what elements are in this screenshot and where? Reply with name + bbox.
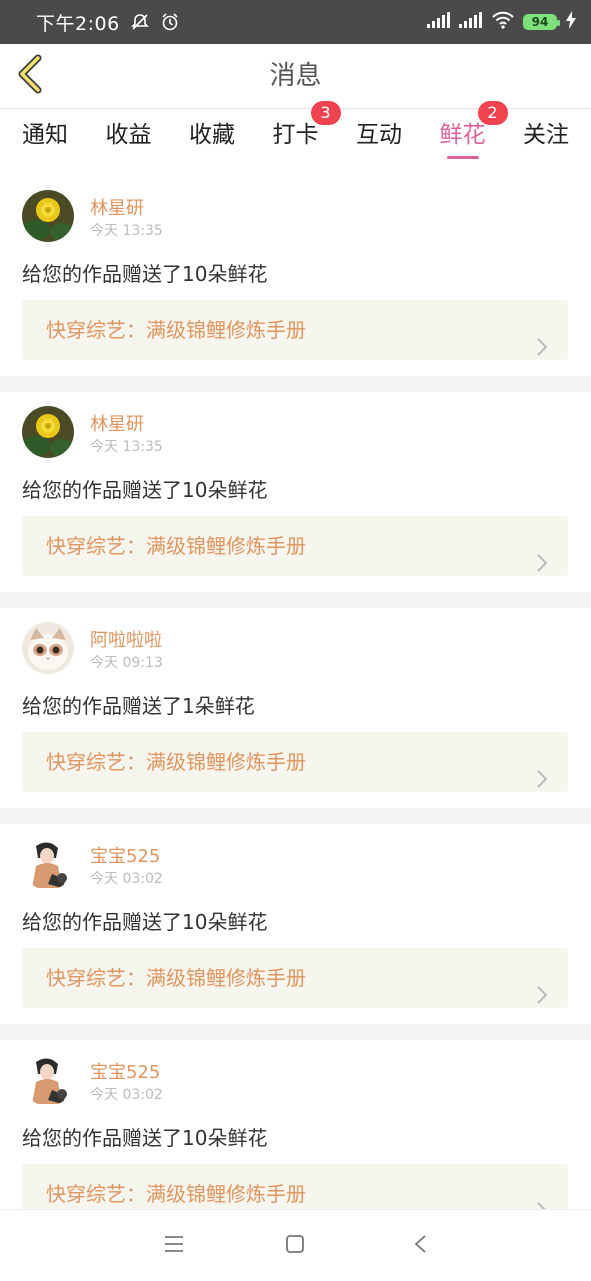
menu-icon [164,1235,184,1257]
battery-indicator: 94 [523,14,560,30]
chevron-right-icon [536,536,548,596]
back-nav-button[interactable] [406,1232,434,1260]
tab-interaction[interactable]: 互动 [356,109,402,167]
timestamp: 今天 13:35 [90,223,163,239]
message-text: 给您的作品赠送了10朵鲜花 [22,478,268,502]
tab-follow[interactable]: 关注 [523,109,569,167]
page-title: 消息 [269,61,322,91]
list-item: 阿啦啦啦 今天 09:13 给您的作品赠送了1朵鲜花 快穿综艺：满级锦鲤修炼手册 [0,608,591,808]
message-text: 给您的作品赠送了1朵鲜花 [22,694,255,718]
book-title: 快穿综艺：满级锦鲤修炼手册 [46,966,306,990]
tab-favorites[interactable]: 收藏 [189,109,235,167]
tab-label: 打卡 [272,122,319,148]
book-link[interactable]: 快穿综艺：满级锦鲤修炼手册 [22,516,568,576]
tab-label: 鲜花 [439,122,486,148]
book-link[interactable]: 快穿综艺：满级锦鲤修炼手册 [22,948,568,1008]
list-item: 宝宝525 今天 03:02 给您的作品赠送了10朵鲜花 快穿综艺：满级锦鲤修炼… [0,824,591,1024]
tab-bar: 通知 收益 收藏 打卡 3 互动 鲜花 2 关注 [0,101,591,167]
home-square-icon [285,1234,305,1258]
avatar[interactable] [22,406,74,458]
message-text: 给您的作品赠送了10朵鲜花 [22,262,268,286]
book-title: 快穿综艺：满级锦鲤修炼手册 [46,750,306,774]
unread-badge: 2 [477,101,508,125]
list-item: 林星研 今天 13:35 给您的作品赠送了10朵鲜花 快穿综艺：满级锦鲤修炼手册 [0,392,591,592]
mute-icon [130,12,150,32]
tab-label: 互动 [356,122,402,148]
signal-icon [459,12,483,32]
avatar[interactable] [22,838,74,890]
status-bar: 下午2:06 94 [0,0,591,44]
chevron-right-icon [536,752,548,812]
timestamp: 今天 13:35 [90,439,163,455]
book-title: 快穿综艺：满级锦鲤修炼手册 [46,534,306,558]
unread-badge: 3 [310,101,341,125]
book-title: 快穿综艺：满级锦鲤修炼手册 [46,318,306,342]
alarm-icon [160,12,180,32]
tab-checkin[interactable]: 打卡 3 [272,101,341,167]
signal-icon [427,12,451,32]
chevron-right-icon [536,968,548,1028]
timestamp: 今天 09:13 [90,655,163,671]
tab-label: 关注 [523,122,569,148]
divider [0,1024,591,1040]
tab-label: 收藏 [189,122,235,148]
book-link[interactable]: 快穿综艺：满级锦鲤修炼手册 [22,732,568,792]
divider [0,376,591,392]
home-button[interactable] [281,1232,309,1260]
tab-notifications[interactable]: 通知 [22,109,68,167]
tab-flowers[interactable]: 鲜花 2 [439,101,508,167]
tab-label: 收益 [105,122,152,148]
chevron-right-icon [536,320,548,380]
menu-button[interactable] [160,1232,188,1260]
user-name[interactable]: 宝宝525 [90,842,160,868]
avatar[interactable] [22,190,74,242]
timestamp: 今天 03:02 [90,1087,163,1103]
charging-icon [565,11,577,33]
user-name[interactable]: 阿啦啦啦 [90,626,162,652]
message-text: 给您的作品赠送了10朵鲜花 [22,910,268,934]
user-name[interactable]: 宝宝525 [90,1058,160,1084]
list-item: 林星研 今天 13:35 给您的作品赠送了10朵鲜花 快穿综艺：满级锦鲤修炼手册 [0,176,591,376]
user-name[interactable]: 林星研 [90,410,144,436]
wifi-icon [491,11,515,33]
tab-label: 通知 [22,122,68,148]
timestamp: 今天 03:02 [90,871,163,887]
tab-earnings[interactable]: 收益 [106,109,152,167]
system-nav-bar [0,1209,591,1281]
header-bar: 消息 [0,44,591,109]
divider [0,592,591,608]
message-list: 林星研 今天 13:35 给您的作品赠送了10朵鲜花 快穿综艺：满级锦鲤修炼手册… [0,176,591,1240]
message-text: 给您的作品赠送了10朵鲜花 [22,1126,268,1150]
avatar[interactable] [22,1054,74,1106]
book-title: 快穿综艺：满级锦鲤修炼手册 [46,1182,306,1206]
status-time: 下午2:06 [36,12,120,35]
divider [0,808,591,824]
back-triangle-icon [413,1234,427,1258]
user-name[interactable]: 林星研 [90,194,144,220]
book-link[interactable]: 快穿综艺：满级锦鲤修炼手册 [22,300,568,360]
avatar[interactable] [22,622,74,674]
